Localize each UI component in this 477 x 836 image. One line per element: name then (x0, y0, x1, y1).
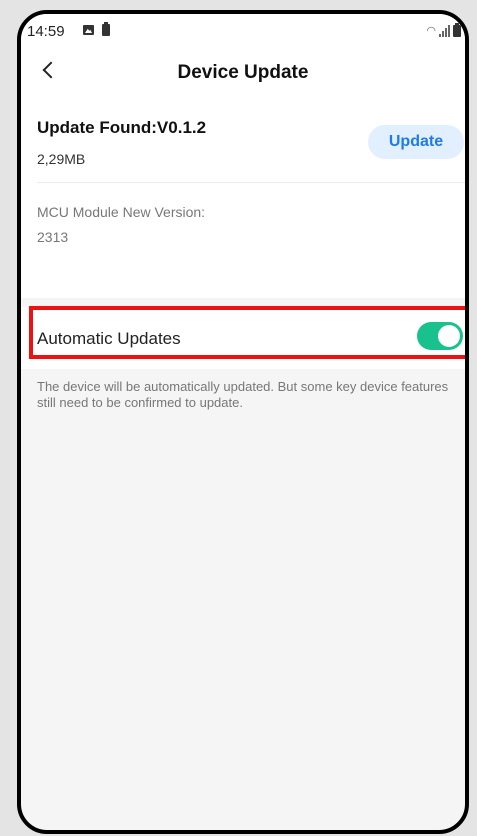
app-header: Device Update (21, 54, 465, 94)
battery-saver-icon (102, 22, 110, 36)
mcu-version-label: MCU Module New Version: (37, 204, 206, 220)
page-title: Device Update (177, 62, 309, 83)
status-time: 14:59 (27, 23, 65, 40)
status-bar: 14:59 ◠ (21, 14, 465, 48)
battery-icon (453, 23, 461, 37)
mcu-version-value: 2313 (37, 229, 69, 245)
highlight-box (29, 306, 465, 359)
image-icon (83, 25, 94, 35)
phone-frame: 14:59 ◠ Device Update Update Found:V0.1.… (17, 10, 469, 834)
divider (37, 182, 465, 183)
update-size: 2,29MB (37, 151, 86, 167)
status-icons-right: ◠ (426, 23, 461, 37)
automatic-updates-description: The device will be automatically updated… (37, 379, 449, 410)
signal-icon (439, 25, 450, 37)
status-icons-left (83, 22, 110, 36)
update-button[interactable]: Update (368, 125, 464, 159)
wifi-icon: ◠ (426, 25, 436, 37)
update-found-title: Update Found:V0.1.2 (37, 118, 207, 137)
